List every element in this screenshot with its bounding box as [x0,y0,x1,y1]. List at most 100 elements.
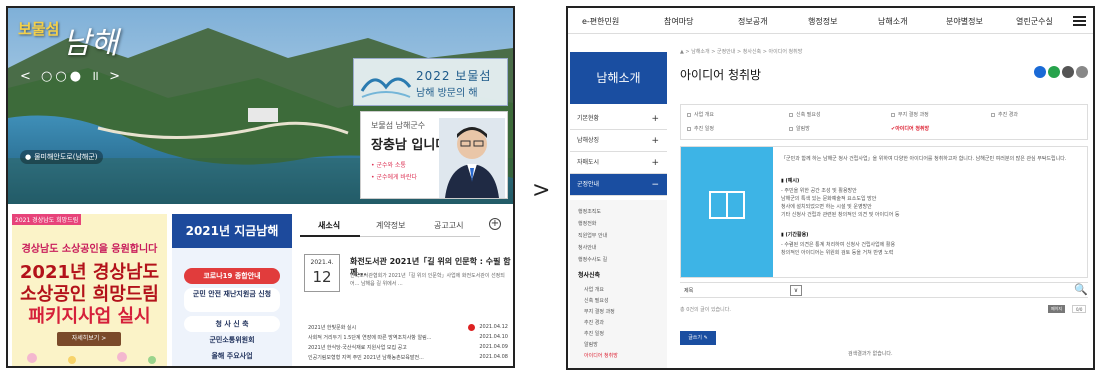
info-heading-examples: ▮ (예시) [781,178,800,184]
visit-year-banner[interactable]: 2022 보물섬 남해 방문의 해 [353,58,508,106]
empty-message: 검색결과가 없습니다. [848,351,893,357]
sub-sub-item[interactable]: 추진 경과 [584,319,674,326]
nav-item-fields[interactable]: 분야별정보 [946,16,983,27]
now-namhae-panel: 2021년 지금남해 코로나19 종합안내 군민 안전 재난지원금 신청 청 사… [172,214,292,366]
page-title: 아이디어 청취방 [680,68,762,82]
visit-year-line2: 남해 방문의 해 [416,88,478,99]
sub-item[interactable]: 행정조직도 [578,208,668,215]
tab-label: 부지 결정 과정 [898,112,929,118]
sub-item[interactable]: 행정전화 [578,220,668,227]
tab-active-indicator [300,235,360,237]
governor-card[interactable]: 보물섬 남해군수 장충남 입니다 • 군수와 소통 • 군수에게 바란다 [360,111,508,199]
now-button-building[interactable]: 청 사 신 축 [184,316,280,332]
sub-item-building[interactable]: 청사신축 [578,270,668,279]
nav-item-admin[interactable]: 행정정보 [808,16,837,27]
now-button-relief[interactable]: 군민 안전 재난지원금 신청 [184,288,280,312]
sub-item[interactable]: 청사안내 [578,244,668,251]
page-button[interactable]: 페이지 [1048,305,1066,313]
location-text: 물미해안도로(남해군) [34,153,98,161]
breadcrumb: ▲ > 남해소개 > 군정안내 > 청사신축 > 아이디어 청취방 [680,49,803,55]
news-date-badge: 2021.4. 12 [304,254,340,292]
sub-sub-item[interactable]: 부지 결정 과정 [584,308,674,315]
info-line: 청사에 설치되었으면 하는 시설 및 운영방안 [781,204,872,210]
sub-sub-item[interactable]: 신축 필요성 [584,297,674,304]
checkbox-icon [991,112,995,117]
list-item-date: 2021.04.08 [479,354,508,360]
news-body: 한국도서관협회가 2021년「길 위의 인문학」사업에 화전도서관이 선정되어.… [350,273,505,287]
menu-icon[interactable] [1073,16,1086,26]
tab-notices[interactable]: 공고고시 [434,220,463,231]
info-illustration [681,147,773,277]
tab-progress[interactable]: 추진 경과 [991,111,1018,118]
write-button[interactable]: 글쓰기 ✎ [680,331,716,345]
checkbox-icon [789,126,793,131]
sub-item[interactable]: 행정수사도 길 [578,256,668,263]
tab-notice[interactable]: 알림방 [789,125,810,132]
tab-ideas[interactable]: ✔아이디어 청취방 [891,125,929,132]
chevron-down-icon[interactable]: ∨ [790,285,802,296]
nav-item-governor[interactable]: 열린군수실 [1016,16,1053,27]
print-icon[interactable] [1076,66,1088,78]
sub-item[interactable]: 직원업무 안내 [578,232,668,239]
wave-logo-icon [360,77,412,98]
sub-sub-item[interactable]: 사업 개요 [584,286,674,293]
plus-icon[interactable]: + [489,218,501,230]
tab-overview[interactable]: 사업 개요 [687,111,714,118]
tab-schedule[interactable]: 추진 일정 [687,125,714,132]
plus-icon: + [651,136,659,146]
tab-contracts[interactable]: 계약정보 [376,220,405,231]
sub-sub-item[interactable]: 알림방 [584,341,674,348]
checkbox-icon [687,112,691,117]
share-icon[interactable] [1048,66,1060,78]
list-item[interactable]: 2021년 한식당·국산식재료 지원사업 모집 공고 2021.04.09 [308,344,508,353]
sidebar-item-gov-guide[interactable]: 군정안내 − [570,174,667,196]
tab-necessity[interactable]: 신축 필요성 [789,111,821,118]
sidebar-title: 남해소개 [570,52,667,104]
minus-icon: − [651,180,659,190]
nav-item-participation[interactable]: 참여마당 [664,16,693,27]
sidebar-item-label: 기본현황 [577,115,600,122]
ad-banner[interactable]: 2021 경상남도 희망드림 경상남도 소상공인을 응원합니다 2021년 경상… [12,214,167,366]
facebook-icon[interactable] [1034,66,1046,78]
ad-more-button[interactable]: 자세히보기 > [57,332,121,346]
governor-label: 보물섬 남해군수 [371,121,426,130]
sidebar-item-sister-city[interactable]: 자매도시 + [570,152,667,174]
info-heading-usage: ▮ (기간활용) [781,232,809,238]
transition-arrow: > [532,178,551,203]
tab-label: 알림방 [796,126,810,132]
list-item[interactable]: 인공기림모형형 지역 주민 2021년 남해농촌보육발전... 2021.04.0… [308,354,508,363]
search-field-label: 제목 [684,288,694,294]
sidebar-item-symbol[interactable]: 남해상징 + [570,130,667,152]
flower-decoration [27,352,156,364]
now-button-covid[interactable]: 코로나19 종합안내 [184,268,280,284]
now-button-projects[interactable]: 올해 주요사업 [184,348,280,364]
tab-label: 추진 일정 [694,126,714,132]
new-badge-icon [468,324,475,331]
sub-sub-item[interactable]: 추진 일정 [584,330,674,337]
list-item[interactable]: 사회적 거리두기 1.5단계 연장에 따른 방역조치사항 알림... 2021.0… [308,334,508,343]
nav-item-civil[interactable]: e-편한민원 [582,16,619,27]
link-icon[interactable] [1062,66,1074,78]
now-button-committee[interactable]: 군민소통위원회 [184,332,280,348]
slider-controls[interactable]: < ○○● ॥ > [20,66,123,84]
governor-link-communicate[interactable]: • 군수와 소통 [371,160,406,169]
nav-item-disclosure[interactable]: 정보공개 [738,16,767,27]
nav-item-about[interactable]: 남해소개 [878,16,907,27]
search-icon[interactable]: 🔍 [1074,283,1088,296]
info-line: 남해군의 특색 있는 문화예술적 요소도입 방안 [781,196,877,202]
list-item-title: 2021년 한빛문화 실시 [308,325,357,331]
sidebar-item-status[interactable]: 기본현황 + [570,108,667,130]
sub-sub-item-active[interactable]: 아이디어 청취방 [584,352,674,359]
list-item[interactable]: 2021년 한빛문화 실시 2021.04.12 [308,324,508,333]
tab-site-decision[interactable]: 부지 결정 과정 [891,111,929,118]
tab-news[interactable]: 새소식 [318,220,340,231]
info-line: 기타 신청사 건립과 관련된 창의적인 의견 및 아이디어 등 [781,212,900,218]
now-namhae-title: 2021년 지금남해 [172,214,292,248]
plus-icon: + [651,158,659,168]
list-item-title: 2021년 한식당·국산식재료 지원사업 모집 공고 [308,345,407,351]
governor-photo [439,118,505,198]
governor-link-requests[interactable]: • 군수에게 바란다 [371,172,417,181]
ad-line1: 경상남도 소상공인을 응원합니다 [21,244,158,255]
tab-label: 아이디어 청취방 [895,126,930,132]
sidebar-item-label: 남해상징 [577,137,600,144]
